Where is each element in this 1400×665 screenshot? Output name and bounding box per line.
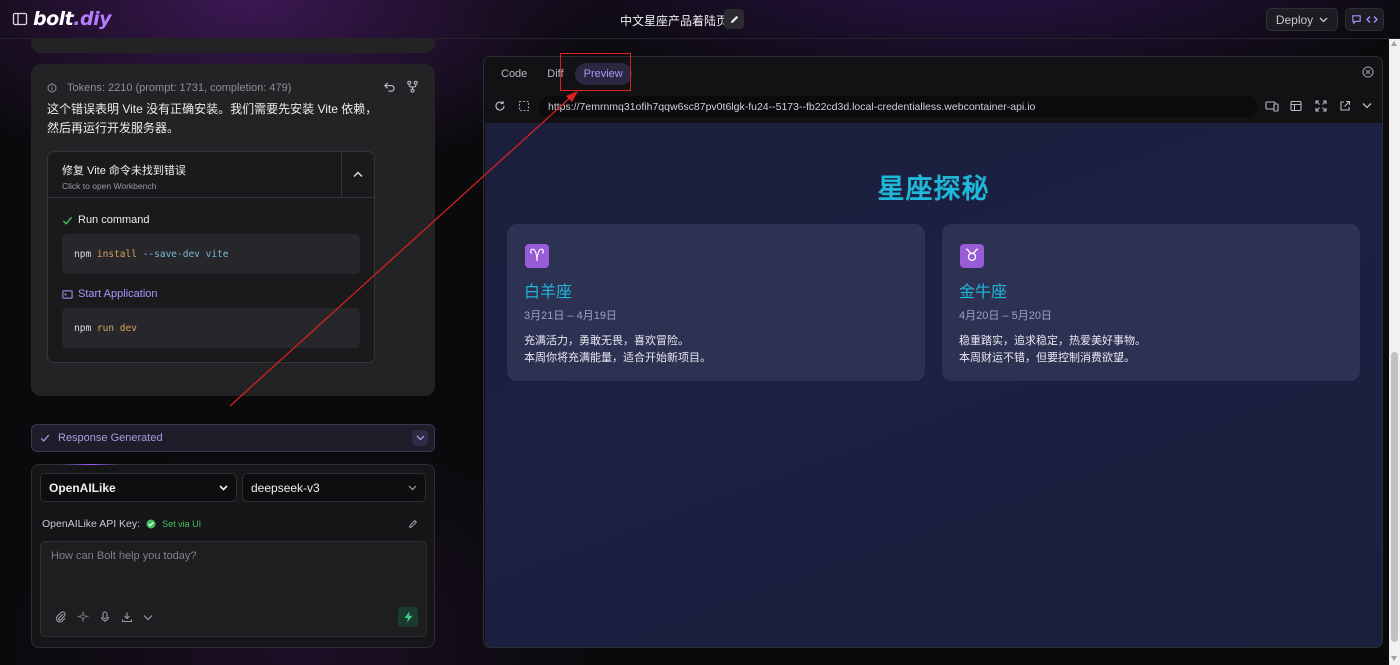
tab-code[interactable]: Code	[492, 63, 536, 85]
assistant-message: Tokens: 2210 (prompt: 1731, completion: …	[31, 64, 435, 396]
taurus-symbol-icon: ♉	[960, 244, 984, 268]
preview-page-title: 星座探秘	[877, 174, 990, 204]
pencil-icon	[409, 520, 417, 528]
check-circle-icon	[146, 519, 156, 529]
action-run-command: Run command	[62, 214, 150, 226]
edit-title-button[interactable]	[724, 9, 744, 29]
chat-icon[interactable]	[1351, 14, 1362, 25]
response-generated-bar[interactable]: Response Generated	[31, 424, 435, 452]
reload-icon[interactable]	[494, 100, 506, 112]
model-select[interactable]: deepseek-v3	[242, 473, 426, 502]
aries-symbol-icon: ♈	[525, 244, 549, 268]
command-code-block: npm install --save-dev vite	[62, 234, 360, 274]
prompt-toolbar	[55, 611, 153, 623]
prompt-box	[40, 541, 427, 637]
zodiac-description: 稳重踏实，追求稳定，热爱美好事物。 本周财运不错，但要控制消费欲望。	[959, 335, 1146, 364]
select-element-icon[interactable]	[518, 100, 530, 112]
chevron-down-icon	[408, 485, 417, 490]
start-code-block: npm run dev	[62, 308, 360, 348]
artifact-card[interactable]: 修复 Vite 命令未找到错误 Click to open Workbench …	[47, 151, 375, 363]
check-icon	[40, 434, 50, 442]
preview-url-input[interactable]	[539, 96, 1257, 117]
code-icon[interactable]	[1366, 14, 1379, 25]
project-title: 中文星座产品着陆页	[620, 14, 729, 28]
view-toggle-group	[1345, 8, 1384, 31]
artifact-collapse-button[interactable]	[341, 152, 374, 197]
artifact-header[interactable]: 修复 Vite 命令未找到错误 Click to open Workbench	[48, 152, 374, 198]
action-start-application: Start Application	[62, 288, 158, 300]
revert-icon[interactable]	[383, 80, 396, 93]
api-key-row: OpenAILike API Key: Set via UI	[42, 518, 422, 530]
annotation-highlight-box	[560, 53, 631, 91]
artifact-title: 修复 Vite 命令未找到错误	[62, 165, 186, 177]
workbench-panel: Code Diff Preview 星座探秘 ♈	[483, 56, 1383, 648]
enhance-prompt-icon[interactable]	[77, 611, 89, 623]
scrollbar-thumb[interactable]	[1391, 352, 1398, 642]
close-workbench-button[interactable]	[1362, 66, 1374, 78]
bolt-diy-logo[interactable]: bolt.diy	[33, 8, 111, 30]
fullscreen-icon[interactable]	[1315, 100, 1327, 112]
zodiac-name: 金牛座	[959, 284, 1008, 301]
chevron-down-icon	[1319, 17, 1328, 22]
layout-icon[interactable]	[1290, 100, 1302, 112]
chevron-down-icon[interactable]	[143, 614, 153, 621]
scroll-up-arrow[interactable]	[1391, 41, 1397, 46]
expand-response-button[interactable]	[412, 430, 428, 446]
open-external-icon[interactable]	[1339, 100, 1351, 112]
zodiac-date: 3月21日 – 4月19日	[524, 310, 617, 322]
fork-icon[interactable]	[406, 80, 419, 93]
send-button[interactable]	[398, 607, 418, 627]
previous-message	[31, 39, 435, 53]
scroll-down-arrow[interactable]	[1391, 656, 1397, 661]
check-icon	[62, 216, 73, 225]
chevron-down-icon[interactable]	[1362, 102, 1372, 109]
provider-select[interactable]: OpenAILike	[40, 473, 237, 502]
deploy-button[interactable]: Deploy	[1266, 8, 1338, 31]
chevron-down-icon	[416, 435, 424, 441]
zodiac-card-aries: ♈ 白羊座 3月21日 – 4月19日 充满活力，勇敢无畏，喜欢冒险。 本周你将…	[507, 224, 925, 381]
device-mode-icon[interactable]	[1265, 100, 1279, 112]
zodiac-date: 4月20日 – 5月20日	[959, 310, 1052, 322]
zodiac-name: 白羊座	[524, 284, 573, 301]
terminal-icon	[62, 289, 73, 299]
paperclip-icon[interactable]	[55, 611, 67, 623]
info-icon	[47, 83, 57, 93]
message-text: 这个错误表明 Vite 没有正确安装。我们需要先安装 Vite 依赖，然后再运行…	[47, 102, 378, 135]
preview-address-bar	[484, 93, 1382, 121]
chevron-up-icon	[353, 171, 363, 177]
lightning-icon	[404, 611, 412, 623]
microphone-icon[interactable]	[99, 611, 111, 623]
pencil-icon	[730, 15, 738, 23]
chat-input-panel: OpenAILike deepseek-v3 OpenAILike API Ke…	[31, 464, 435, 648]
artifact-subtitle: Click to open Workbench	[62, 181, 157, 191]
zodiac-card-taurus: ♉ 金牛座 4月20日 – 5月20日 稳重踏实，追求稳定，热爱美好事物。 本周…	[942, 224, 1360, 381]
edit-api-key-button[interactable]	[408, 519, 418, 529]
message-actions	[383, 80, 419, 93]
close-circle-icon	[1362, 66, 1374, 78]
sidebar-toggle-icon[interactable]	[12, 11, 28, 27]
prompt-input[interactable]	[51, 550, 411, 590]
token-usage: Tokens: 2210 (prompt: 1731, completion: …	[47, 82, 291, 94]
chevron-down-icon	[219, 484, 228, 491]
app-header: bolt.diy 中文星座产品着陆页 Deploy	[0, 0, 1400, 39]
preview-iframe: 星座探秘 ♈ 白羊座 3月21日 – 4月19日 充满活力，勇敢无畏，喜欢冒险。…	[485, 123, 1382, 647]
download-icon[interactable]	[121, 611, 133, 623]
zodiac-description: 充满活力，勇敢无畏，喜欢冒险。 本周你将充满能量，适合开始新项目。	[524, 335, 711, 364]
